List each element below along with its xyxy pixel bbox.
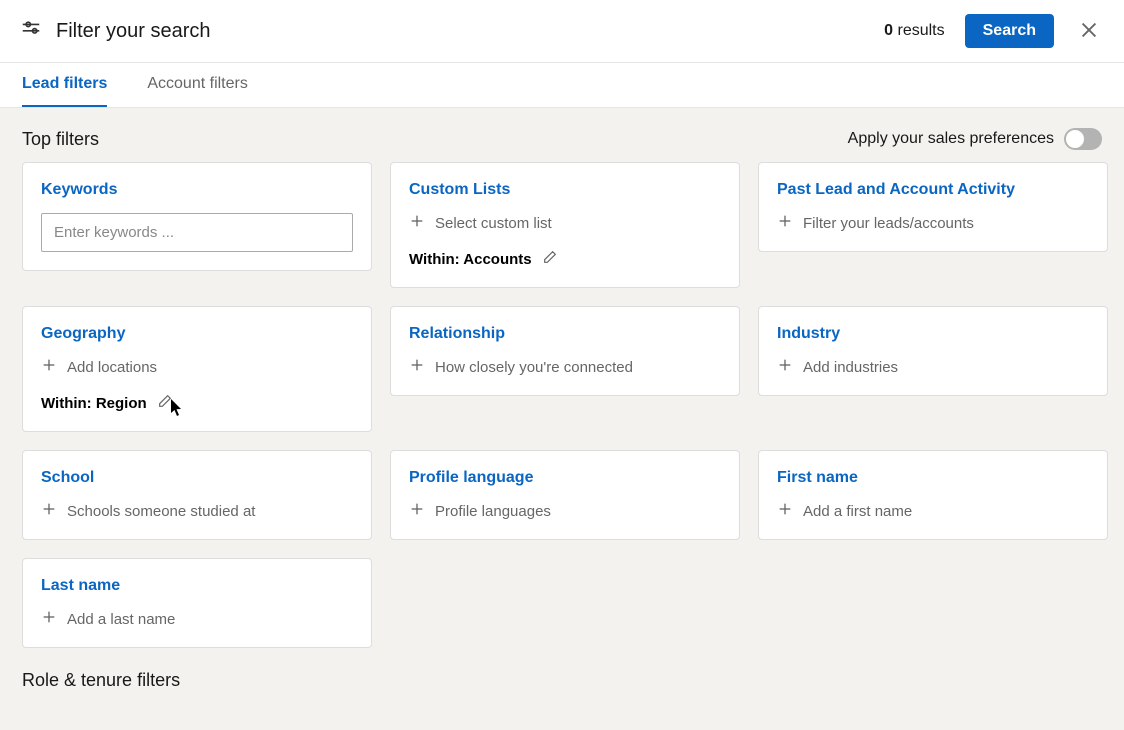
filter-settings-icon bbox=[20, 18, 42, 45]
tab-lead-filters[interactable]: Lead filters bbox=[22, 63, 107, 107]
plus-icon bbox=[41, 609, 57, 629]
section-role-tenure: Role & tenure filters bbox=[22, 670, 1102, 691]
plus-icon bbox=[777, 213, 793, 233]
add-industry-label: Add industries bbox=[803, 359, 898, 376]
card-title-geography: Geography bbox=[41, 325, 353, 343]
card-last-name: Last name Add a last name bbox=[22, 558, 372, 648]
add-industry[interactable]: Add industries bbox=[777, 357, 1089, 377]
card-geography: Geography Add locations Within: Region bbox=[22, 306, 372, 432]
plus-icon bbox=[409, 213, 425, 233]
add-geography-label: Add locations bbox=[67, 359, 157, 376]
card-past-activity: Past Lead and Account Activity Filter yo… bbox=[758, 162, 1108, 252]
close-icon bbox=[1078, 29, 1100, 44]
plus-icon bbox=[41, 357, 57, 377]
card-keywords: Keywords bbox=[22, 162, 372, 271]
plus-icon bbox=[777, 357, 793, 377]
card-title-last-name: Last name bbox=[41, 577, 353, 595]
results-number: 0 bbox=[884, 22, 893, 39]
card-title-first-name: First name bbox=[777, 469, 1089, 487]
card-industry: Industry Add industries bbox=[758, 306, 1108, 396]
add-relationship-label: How closely you're connected bbox=[435, 359, 633, 376]
add-custom-list[interactable]: Select custom list bbox=[409, 213, 721, 233]
body-top: Top filters Apply your sales preferences bbox=[22, 108, 1102, 162]
page-title: Filter your search bbox=[56, 20, 211, 43]
card-relationship: Relationship How closely you're connecte… bbox=[390, 306, 740, 396]
add-profile-language-label: Profile languages bbox=[435, 503, 551, 520]
results-label: results bbox=[898, 22, 945, 39]
custom-lists-within-label: Within: Accounts bbox=[409, 251, 532, 268]
header-bar: Filter your search 0 results Search bbox=[0, 0, 1124, 63]
geography-within: Within: Region bbox=[41, 393, 353, 413]
card-custom-lists: Custom Lists Select custom list Within: … bbox=[390, 162, 740, 288]
body-area: Top filters Apply your sales preferences… bbox=[0, 108, 1124, 730]
add-past-activity[interactable]: Filter your leads/accounts bbox=[777, 213, 1089, 233]
card-school: School Schools someone studied at bbox=[22, 450, 372, 540]
add-first-name[interactable]: Add a first name bbox=[777, 501, 1089, 521]
custom-lists-within: Within: Accounts bbox=[409, 249, 721, 269]
filter-grid: Keywords Custom Lists Select custom list… bbox=[22, 162, 1102, 648]
card-title-past-activity: Past Lead and Account Activity bbox=[777, 181, 1089, 199]
close-button[interactable] bbox=[1074, 15, 1104, 48]
add-relationship[interactable]: How closely you're connected bbox=[409, 357, 721, 377]
add-school-label: Schools someone studied at bbox=[67, 503, 255, 520]
sales-prefs-label: Apply your sales preferences bbox=[848, 130, 1054, 148]
card-profile-language: Profile language Profile languages bbox=[390, 450, 740, 540]
results-count: 0 results bbox=[884, 22, 944, 40]
search-button[interactable]: Search bbox=[965, 14, 1054, 48]
keywords-input[interactable] bbox=[41, 213, 353, 252]
add-profile-language[interactable]: Profile languages bbox=[409, 501, 721, 521]
card-title-keywords: Keywords bbox=[41, 181, 353, 199]
plus-icon bbox=[777, 501, 793, 521]
add-school[interactable]: Schools someone studied at bbox=[41, 501, 353, 521]
plus-icon bbox=[41, 501, 57, 521]
geography-within-label: Within: Region bbox=[41, 395, 147, 412]
card-title-relationship: Relationship bbox=[409, 325, 721, 343]
sales-prefs-toggle[interactable] bbox=[1064, 128, 1102, 150]
add-custom-list-label: Select custom list bbox=[435, 215, 552, 232]
section-top-filters: Top filters bbox=[22, 129, 99, 150]
add-last-name-label: Add a last name bbox=[67, 611, 175, 628]
card-title-profile-language: Profile language bbox=[409, 469, 721, 487]
tab-account-filters[interactable]: Account filters bbox=[147, 63, 247, 107]
header-left: Filter your search bbox=[20, 18, 211, 45]
header-right: 0 results Search bbox=[884, 14, 1104, 48]
plus-icon bbox=[409, 357, 425, 377]
add-last-name[interactable]: Add a last name bbox=[41, 609, 353, 629]
add-geography[interactable]: Add locations bbox=[41, 357, 353, 377]
card-title-custom-lists: Custom Lists bbox=[409, 181, 721, 199]
card-title-industry: Industry bbox=[777, 325, 1089, 343]
add-past-activity-label: Filter your leads/accounts bbox=[803, 215, 974, 232]
card-title-school: School bbox=[41, 469, 353, 487]
edit-geography-within[interactable] bbox=[157, 393, 173, 413]
plus-icon bbox=[409, 501, 425, 521]
edit-custom-lists-within[interactable] bbox=[542, 249, 558, 269]
sales-prefs-row: Apply your sales preferences bbox=[848, 128, 1102, 150]
card-first-name: First name Add a first name bbox=[758, 450, 1108, 540]
add-first-name-label: Add a first name bbox=[803, 503, 912, 520]
tabs: Lead filters Account filters bbox=[0, 63, 1124, 108]
